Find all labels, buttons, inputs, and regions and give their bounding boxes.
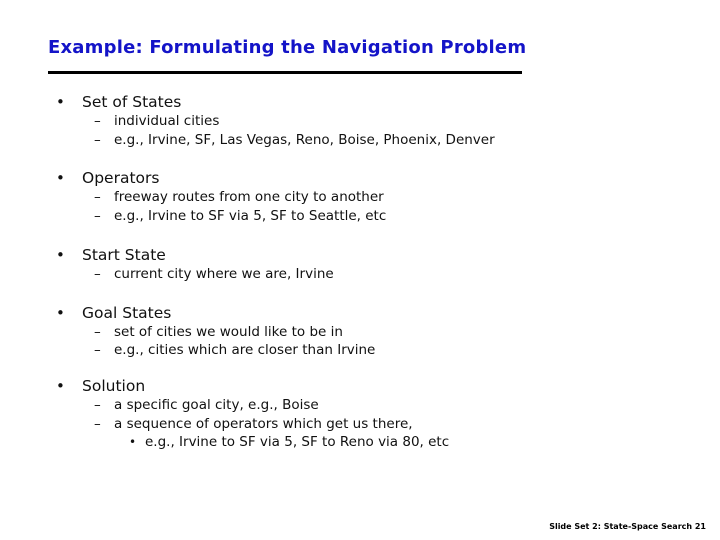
section-heading: Set of States (82, 93, 182, 111)
section-heading: Goal States (82, 304, 172, 322)
slide-footer: Slide Set 2: State-Space Search 21 (549, 522, 706, 531)
sub-list-item-text: e.g., Irvine to SF via 5, SF to Reno via… (145, 434, 450, 450)
list-item-text: current city where we are, Irvine (114, 266, 334, 282)
title-underline-divider (48, 71, 522, 74)
bullet-icon: • (56, 377, 65, 395)
section-heading: Start State (82, 246, 166, 264)
list-item-text: freeway routes from one city to another (114, 189, 384, 205)
list-item-text: e.g., cities which are closer than Irvin… (114, 342, 376, 358)
dash-icon: – (94, 342, 101, 358)
dash-icon: – (94, 132, 101, 148)
list-item-text: set of cities we would like to be in (114, 324, 343, 340)
list-item-text: e.g., Irvine, SF, Las Vegas, Reno, Boise… (114, 132, 495, 148)
list-item-text: a sequence of operators which get us the… (114, 416, 413, 432)
list-item-text: individual cities (114, 113, 220, 129)
dash-icon: – (94, 416, 101, 432)
bullet-icon: • (56, 304, 65, 322)
section-heading: Solution (82, 377, 146, 395)
bullet-icon: • (56, 246, 65, 264)
dash-icon: – (94, 397, 101, 413)
section-heading: Operators (82, 169, 160, 187)
list-item-text: e.g., Irvine to SF via 5, SF to Seattle,… (114, 208, 387, 224)
dash-icon: – (94, 324, 101, 340)
dash-icon: – (94, 189, 101, 205)
slide-title: Example: Formulating the Navigation Prob… (48, 37, 527, 58)
list-item-text: a specific goal city, e.g., Boise (114, 397, 319, 413)
dash-icon: – (94, 266, 101, 282)
bullet-icon: • (56, 169, 65, 187)
bullet-icon: • (56, 93, 65, 111)
bullet-icon: • (129, 435, 137, 449)
dash-icon: – (94, 113, 101, 129)
dash-icon: – (94, 208, 101, 224)
